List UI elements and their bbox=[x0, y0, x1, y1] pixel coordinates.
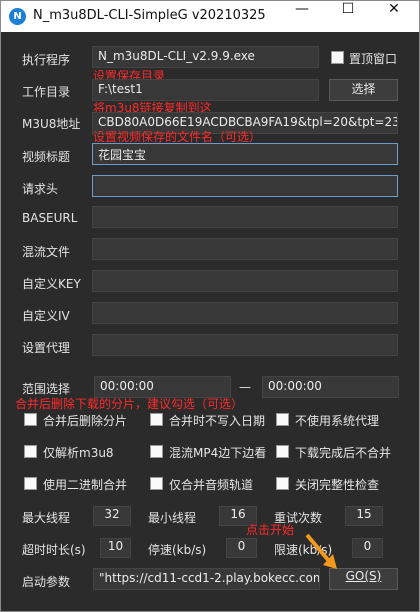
checkbox-no-merge-label: 下载完成后不合并 bbox=[295, 446, 392, 460]
video-title-input[interactable]: 花园宝宝 bbox=[92, 143, 398, 165]
checkbox-binary-merge[interactable] bbox=[24, 477, 37, 490]
timeout-input[interactable]: 10 bbox=[100, 538, 131, 558]
launch-args-label: 启动参数 bbox=[22, 575, 71, 589]
main-window: N N_m3u8DL-CLI-SimpleG v20210325 — ☐ ✕ 执… bbox=[0, 0, 420, 612]
retry-input[interactable]: 15 bbox=[345, 506, 383, 526]
checkbox-no-integrity-label: 关闭完整性检查 bbox=[295, 478, 380, 492]
topmost-checkbox[interactable] bbox=[331, 51, 344, 64]
checkbox-live-mp4-label: 混流MP4边下边看 bbox=[169, 446, 267, 460]
workdir-label: 工作目录 bbox=[22, 85, 71, 99]
mixfile-label: 混流文件 bbox=[22, 245, 71, 259]
exe-select[interactable]: N_m3u8DL-CLI_v2.9.9.exe bbox=[92, 46, 319, 68]
proxy-input[interactable] bbox=[92, 334, 398, 356]
iv-label: 自定义IV bbox=[22, 309, 70, 323]
mixfile-input[interactable] bbox=[92, 238, 398, 260]
video-title-label: 视频标题 bbox=[22, 150, 71, 164]
checkbox-delete-after-merge[interactable] bbox=[24, 413, 37, 426]
max-threads-label: 最大线程 bbox=[22, 511, 71, 525]
choose-dir-button[interactable]: 选择 bbox=[329, 79, 398, 101]
checkbox-audio-only-label: 仅合并音频轨道 bbox=[169, 478, 254, 492]
workdir-input[interactable]: F:\test1 bbox=[92, 79, 319, 101]
key-input[interactable] bbox=[92, 270, 398, 292]
headers-label: 请求头 bbox=[22, 182, 59, 196]
window-title: N_m3u8DL-CLI-SimpleG v20210325 bbox=[33, 8, 266, 23]
baseurl-label: BASEURL bbox=[22, 211, 78, 225]
proxy-label: 设置代理 bbox=[22, 341, 71, 355]
checkbox-no-date-label: 合并时不写入日期 bbox=[169, 414, 266, 428]
min-threads-label: 最小线程 bbox=[148, 511, 197, 525]
checkbox-no-integrity[interactable] bbox=[276, 477, 289, 490]
max-threads-input[interactable]: 32 bbox=[93, 506, 131, 526]
m3u8-label: M3U8地址 bbox=[22, 117, 81, 131]
stop-speed-label: 停速(kb/s) bbox=[148, 543, 207, 557]
title-bar: N N_m3u8DL-CLI-SimpleG v20210325 — ☐ ✕ bbox=[1, 1, 419, 32]
annotation-arrow-icon bbox=[305, 533, 337, 569]
checkbox-binary-merge-label: 使用二进制合并 bbox=[43, 478, 128, 492]
close-button[interactable]: ✕ bbox=[371, 1, 417, 32]
maximize-button[interactable]: ☐ bbox=[325, 1, 371, 32]
limit-speed-input[interactable]: 0 bbox=[352, 538, 383, 558]
checkbox-no-date[interactable] bbox=[150, 413, 163, 426]
timeout-label: 超时时长(s) bbox=[22, 543, 86, 557]
minimize-button[interactable]: — bbox=[279, 1, 325, 32]
checkbox-parse-only-label: 仅解析m3u8 bbox=[43, 446, 114, 460]
baseurl-input[interactable] bbox=[92, 206, 398, 228]
checkbox-parse-only[interactable] bbox=[24, 445, 37, 458]
key-label: 自定义KEY bbox=[22, 277, 81, 291]
range-dash: — bbox=[239, 380, 251, 394]
checkbox-audio-only[interactable] bbox=[150, 477, 163, 490]
checkbox-delete-after-merge-label: 合并后删除分片 bbox=[43, 414, 128, 428]
checkbox-no-merge[interactable] bbox=[276, 445, 289, 458]
checkbox-live-mp4[interactable] bbox=[150, 445, 163, 458]
checkbox-no-system-proxy-label: 不使用系统代理 bbox=[295, 414, 380, 428]
exe-label: 执行程序 bbox=[22, 53, 71, 67]
stop-speed-input[interactable]: 0 bbox=[226, 538, 257, 558]
app-icon: N bbox=[9, 8, 26, 25]
headers-input[interactable] bbox=[92, 175, 398, 197]
annotation-merge-delete: 合并后删除下载的分片，建议勾选（可选） bbox=[15, 397, 244, 411]
range-end-input[interactable]: 00:00:00 bbox=[262, 376, 399, 398]
iv-input[interactable] bbox=[92, 302, 398, 324]
topmost-label: 置顶窗口 bbox=[349, 52, 398, 66]
launch-args-input[interactable]: "https://cd11-ccd1-2.play.bokecc.com bbox=[93, 568, 320, 590]
checkbox-no-system-proxy[interactable] bbox=[276, 413, 289, 426]
annotation-click-start: 点击开始 bbox=[246, 523, 295, 537]
